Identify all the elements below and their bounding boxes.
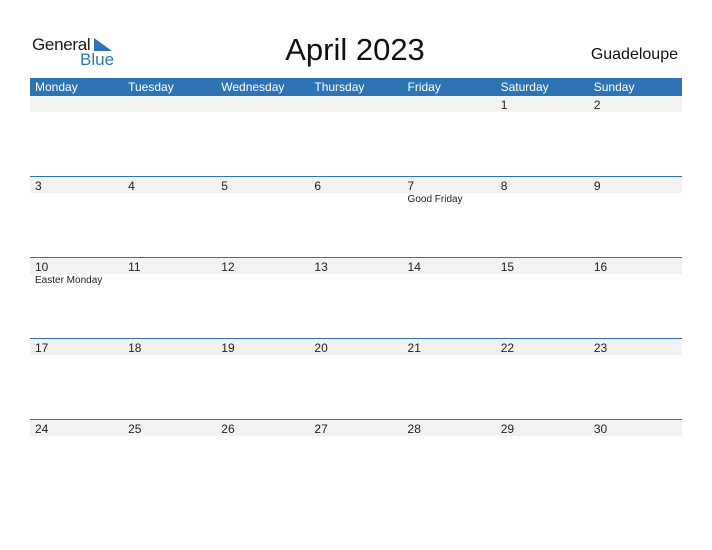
day-cell: 18 — [123, 338, 216, 419]
weekday-friday: Friday — [407, 80, 441, 94]
day-cell: 4 — [123, 176, 216, 257]
holiday-label: Good Friday — [407, 194, 463, 205]
day-number: 20 — [314, 341, 328, 355]
day-cell: 15 — [496, 257, 589, 338]
day-number: 17 — [35, 341, 49, 355]
day-cell: 14 — [403, 257, 496, 338]
day-cell: 3 — [30, 176, 123, 257]
week-row: 17 18 19 20 21 22 23 — [30, 338, 682, 419]
day-number: 27 — [314, 422, 328, 436]
day-cell: 26 — [216, 419, 309, 500]
day-cell: 6 — [309, 176, 402, 257]
day-number: 16 — [593, 260, 608, 274]
day-cell: 23 — [589, 338, 682, 419]
day-cell: 17 — [30, 338, 123, 419]
weekday-sunday: Sunday — [593, 80, 635, 94]
day-cell: 1 — [496, 96, 589, 177]
day-number: 26 — [221, 422, 235, 436]
day-number: 29 — [500, 422, 515, 436]
month-year: April 2023 — [285, 32, 425, 67]
day-cell: 25 — [123, 419, 216, 500]
day-cell: 13 — [309, 257, 402, 338]
day-number: 13 — [314, 260, 328, 274]
day-number: 8 — [500, 179, 508, 193]
day-number: 23 — [593, 341, 608, 355]
day-cell: 2 — [589, 96, 682, 177]
day-number: 30 — [593, 422, 608, 436]
day-number: 12 — [221, 260, 235, 274]
week-row: 12 — [30, 96, 682, 177]
week-row: 10 Easter Monday 11 12 13 14 15 16 — [30, 257, 682, 338]
day-cell — [30, 96, 123, 177]
day-number: 18 — [128, 341, 142, 355]
day-number: 3 — [35, 179, 42, 193]
day-cell: 21 — [403, 338, 496, 419]
weekday-header: Monday Tuesday Wednesday Thursday Friday… — [30, 78, 682, 96]
day-cell: 9 — [589, 176, 682, 257]
day-cell: 8 — [496, 176, 589, 257]
day-cell: 5 — [216, 176, 309, 257]
weekday-saturday: Saturday — [500, 80, 549, 94]
day-number: 15 — [500, 260, 515, 274]
day-cell: 24 — [30, 419, 123, 500]
day-cell: 16 — [589, 257, 682, 338]
day-cell: 28 — [403, 419, 496, 500]
day-cell: 27 — [309, 419, 402, 500]
day-cell: 30 — [589, 419, 682, 500]
weekday-wednesday: Wednesday — [221, 80, 285, 94]
day-cell: 22 — [496, 338, 589, 419]
day-number: 2 — [593, 98, 601, 112]
day-cell: 29 — [496, 419, 589, 500]
week-row: 24 25 26 27 28 29 30 — [30, 419, 682, 500]
day-number: 6 — [314, 179, 322, 193]
day-number: 24 — [35, 422, 49, 436]
day-cell — [309, 96, 402, 177]
weekday-tuesday: Tuesday — [128, 80, 174, 94]
day-cell: 11 — [123, 257, 216, 338]
day-number: 4 — [128, 179, 135, 193]
holiday-label: Easter Monday — [35, 275, 103, 286]
day-number: 10 — [35, 260, 49, 274]
weekday-thursday: Thursday — [314, 80, 365, 94]
day-number: 28 — [407, 422, 421, 436]
day-number: 11 — [128, 260, 141, 274]
day-number: 22 — [500, 341, 515, 355]
day-number: 7 — [407, 179, 415, 193]
day-number: 19 — [221, 341, 235, 355]
day-cell: 12 — [216, 257, 309, 338]
day-number: 25 — [128, 422, 142, 436]
day-number: 9 — [593, 179, 601, 193]
day-number: 21 — [407, 341, 421, 355]
country-name: Guadeloupe — [590, 46, 678, 63]
day-number: 14 — [407, 260, 421, 274]
day-number: 1 — [500, 98, 508, 112]
day-cell: 7 Good Friday — [403, 176, 496, 257]
day-cell — [216, 96, 309, 177]
day-cell: 10 Easter Monday — [30, 257, 123, 338]
week-row: 3 4 5 6 7 Good Friday 8 9 — [30, 176, 682, 257]
day-number: 5 — [221, 179, 228, 193]
day-cell — [123, 96, 216, 177]
day-cell — [403, 96, 496, 177]
day-cell: 20 — [309, 338, 402, 419]
weekday-monday: Monday — [35, 80, 78, 94]
day-cell: 19 — [216, 338, 309, 419]
